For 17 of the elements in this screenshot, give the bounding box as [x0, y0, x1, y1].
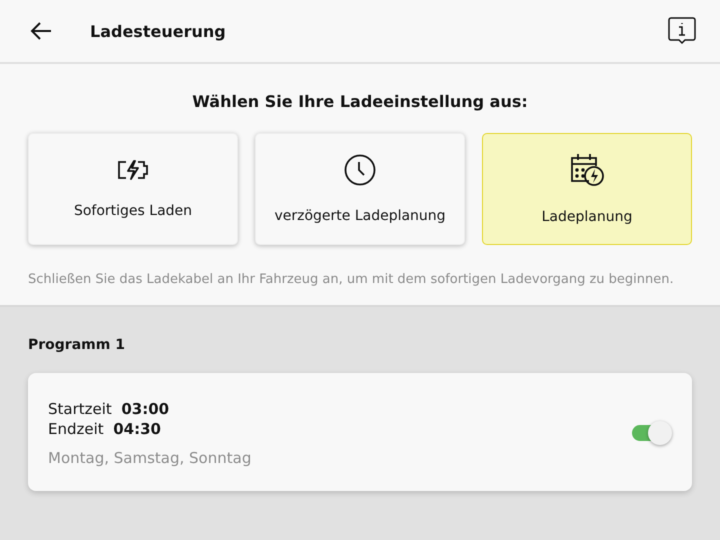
charging-option[interactable]: verzögerte Ladeplanung	[255, 133, 465, 245]
section-heading: Wählen Sie Ihre Ladeeinstellung aus:	[191, 92, 529, 111]
info-icon	[668, 17, 696, 45]
back-arrow-icon	[30, 21, 52, 41]
charging-option[interactable]: Sofortiges Laden	[28, 133, 238, 245]
time-line: Startzeit 03:00	[48, 399, 170, 419]
info-button[interactable]	[668, 17, 696, 45]
back-button[interactable]	[30, 21, 52, 41]
program-title: Programm 1	[28, 337, 126, 353]
battery-bolt-icon	[116, 159, 150, 181]
days-text: Montag, Samstag, Sonntag	[48, 449, 252, 467]
calendar-bolt-icon	[569, 153, 605, 187]
time-line: Endzeit 04:30	[48, 419, 162, 439]
charging-option[interactable]: Ladeplanung	[482, 133, 692, 245]
hint-text: Schließen Sie das Ladekabel an Ihr Fahrzeug an, um mit dem sofortigen Ladevorgang zu beginnen.	[28, 271, 675, 289]
page-title: Ladesteuerung	[90, 22, 227, 40]
clock-icon	[344, 154, 376, 186]
